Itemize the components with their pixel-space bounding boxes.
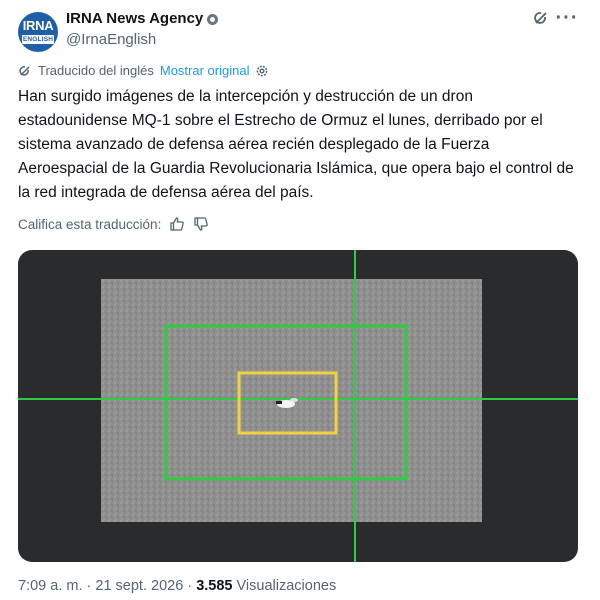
avatar-logo-text: IRNA (22, 18, 54, 33)
metadata-separator-2: · (187, 578, 193, 594)
show-original-link[interactable]: Mostrar original (160, 63, 250, 78)
rate-translation-label: Califica esta traducción: (18, 216, 162, 232)
author-avatar[interactable]: IRNA ENGLISH (18, 12, 58, 52)
thumbs-down-icon[interactable] (193, 216, 209, 232)
gear-icon[interactable] (255, 64, 269, 78)
author-handle[interactable]: @IrnaEnglish (66, 31, 156, 48)
views-label: Visualizaciones (236, 578, 337, 594)
post-metadata: 7:09 a. m. · 21 sept. 2026 · 3.585 Visua… (18, 578, 336, 594)
post-date[interactable]: 21 sept. 2026 (95, 578, 183, 594)
avatar-logo-subtext: ENGLISH (22, 35, 54, 44)
verified-badge-icon[interactable] (207, 14, 219, 25)
translation-label: Traducido del inglés (38, 63, 154, 78)
thumbs-up-icon[interactable] (169, 216, 185, 232)
more-options-icon[interactable]: ··· (556, 7, 578, 29)
translate-icon (19, 65, 30, 76)
post-time[interactable]: 7:09 a. m. (18, 578, 82, 594)
author-display-name[interactable]: IRNA News Agency (66, 10, 203, 27)
post-media-video[interactable] (18, 250, 578, 562)
metadata-separator: · (86, 578, 92, 594)
author-name-row[interactable]: IRNA News Agency (66, 10, 219, 27)
post-text: Han surgido imágenes de la intercepción … (18, 88, 574, 201)
translation-notice: Traducido del inglés Mostrar original (18, 63, 269, 78)
grok-icon[interactable] (530, 7, 552, 29)
views-count: 3.585 (196, 578, 233, 594)
rate-translation-row: Califica esta traducción: (18, 216, 209, 232)
